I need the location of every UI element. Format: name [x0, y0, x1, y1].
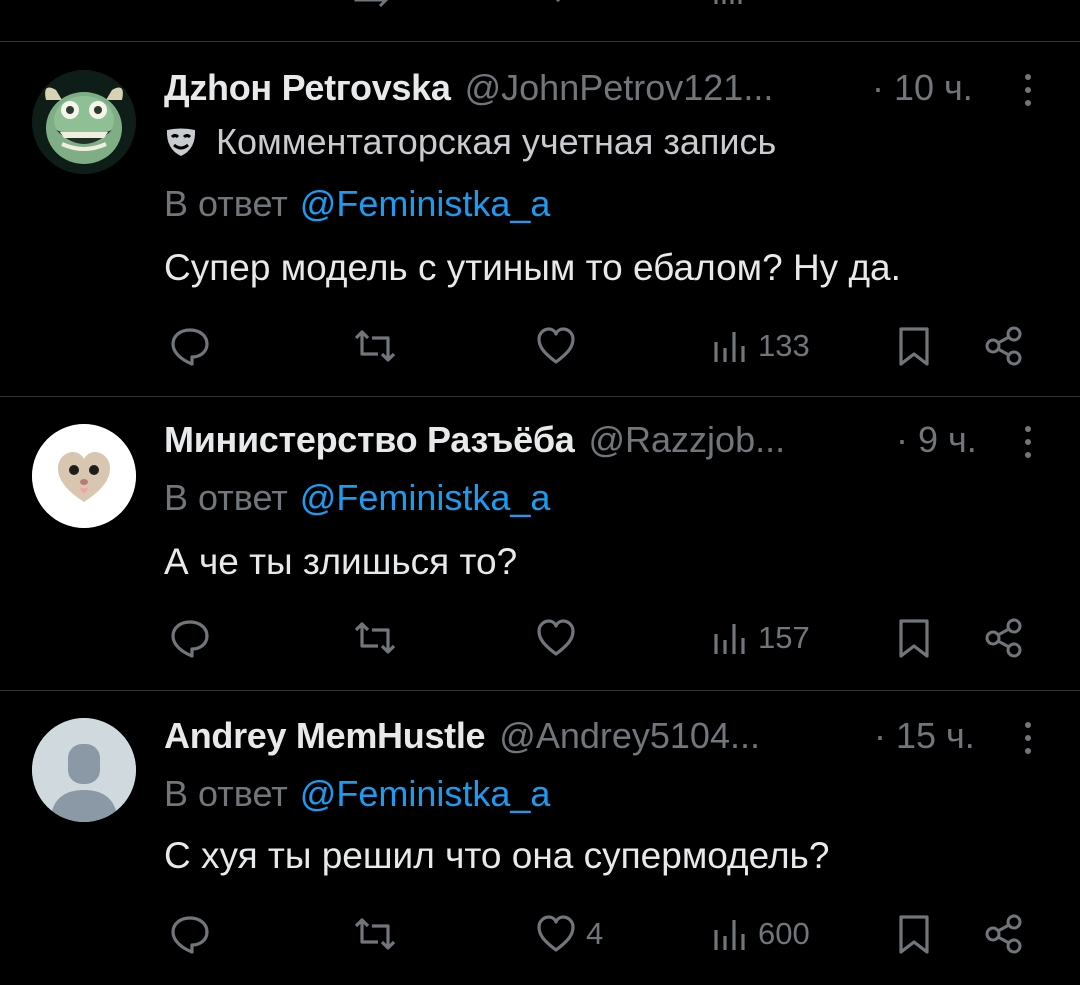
- tweet-text: А че ты злишься то?: [164, 541, 518, 582]
- retweet-button[interactable]: [352, 912, 398, 956]
- more-options-icon[interactable]: [1018, 721, 1038, 755]
- bookmark-button[interactable]: [894, 616, 934, 660]
- divider: [0, 41, 1080, 42]
- bookmark-icon: [894, 616, 934, 660]
- retweet-icon: [352, 912, 398, 956]
- share-icon: [982, 616, 1026, 660]
- bookmark-button[interactable]: [894, 912, 934, 956]
- share-button[interactable]: [982, 912, 1026, 956]
- views-button[interactable]: 157: [710, 616, 810, 660]
- reply-icon: [168, 912, 212, 956]
- account-badge: Комментаторская учетная запись: [164, 120, 776, 164]
- retweet-icon[interactable]: [352, 0, 396, 8]
- heart-icon: [534, 324, 578, 368]
- tweet-actions: 4 600: [0, 912, 1080, 958]
- reply-prefix: В ответ: [164, 183, 288, 224]
- avatar-default[interactable]: [32, 718, 136, 822]
- reply-mention-link[interactable]: @Feministka_a: [300, 477, 551, 519]
- badge-text: Комментаторская учетная запись: [216, 121, 777, 162]
- reply-context: В ответ @Feministka_a: [164, 476, 550, 520]
- views-icon: [710, 912, 750, 956]
- user-handle[interactable]: @JohnPetrov121...: [465, 67, 774, 109]
- avatar-monster[interactable]: [32, 70, 136, 174]
- share-button[interactable]: [982, 616, 1026, 660]
- tweet-header: Andrey MemHustle @Andrey5104...: [164, 714, 760, 758]
- reply-mention-link[interactable]: @Feministka_a: [300, 183, 551, 225]
- divider: [0, 396, 1080, 397]
- divider: [0, 690, 1080, 691]
- views-icon: [710, 324, 750, 368]
- view-count: 157: [758, 620, 810, 655]
- user-handle[interactable]: @Andrey5104...: [499, 715, 760, 757]
- timestamp[interactable]: · 10 ч.: [872, 66, 973, 110]
- share-button[interactable]: [982, 324, 1026, 368]
- retweet-icon: [352, 324, 398, 368]
- bookmark-button[interactable]: [894, 324, 934, 368]
- reply-context: В ответ @Feministka_a: [164, 772, 550, 816]
- display-name[interactable]: Andrey MemHustle: [164, 715, 486, 757]
- avatar-cat-heart[interactable]: [32, 424, 136, 528]
- previous-tweet-actions: [0, 0, 1080, 12]
- retweet-button[interactable]: [352, 616, 398, 660]
- views-button[interactable]: 600: [710, 912, 810, 956]
- mask-icon: [164, 125, 198, 159]
- tweet-header: Министерство Разъёба @Razzjob...: [164, 418, 785, 462]
- like-button[interactable]: [534, 324, 586, 368]
- share-icon: [982, 324, 1026, 368]
- like-icon[interactable]: [538, 0, 578, 8]
- share-icon: [982, 912, 1026, 956]
- reply-context: В ответ @Feministka_a: [164, 182, 550, 226]
- reply-prefix: В ответ: [164, 773, 288, 814]
- views-icon[interactable]: [712, 0, 752, 8]
- heart-icon: [534, 616, 578, 660]
- tweet-text: Супер модель с утиным то ебалом? Ну да.: [164, 247, 901, 288]
- like-button[interactable]: 4: [534, 912, 603, 956]
- reply-icon[interactable]: [180, 0, 216, 8]
- bookmark-icon: [894, 912, 934, 956]
- tweet-text: С хуя ты решил что она супермодель?: [164, 835, 830, 876]
- more-options-icon[interactable]: [1018, 425, 1038, 459]
- bookmark-icon: [894, 324, 934, 368]
- tweet-actions: 157: [0, 616, 1080, 662]
- tweet-actions: 133: [0, 324, 1080, 370]
- views-button[interactable]: 133: [710, 324, 810, 368]
- reply-icon: [168, 616, 212, 660]
- reply-mention-link[interactable]: @Feministka_a: [300, 773, 551, 815]
- user-handle[interactable]: @Razzjob...: [588, 419, 785, 461]
- views-icon: [710, 616, 750, 660]
- retweet-icon: [352, 616, 398, 660]
- retweet-button[interactable]: [352, 324, 398, 368]
- timestamp[interactable]: · 15 ч.: [874, 714, 975, 758]
- heart-icon: [534, 912, 578, 956]
- tweet-header: Дzhон Реtгоvskа @JohnPetrov121...: [164, 66, 773, 110]
- like-count: 4: [586, 916, 604, 951]
- more-options-icon[interactable]: [1018, 73, 1038, 107]
- view-count: 600: [758, 916, 810, 951]
- reply-button[interactable]: [168, 912, 212, 956]
- display-name[interactable]: Министерство Разъёба: [164, 419, 575, 461]
- reply-button[interactable]: [168, 616, 212, 660]
- reply-prefix: В ответ: [164, 477, 288, 518]
- view-count: 133: [758, 328, 810, 363]
- like-button[interactable]: [534, 616, 586, 660]
- bookmark-icon[interactable]: [896, 0, 932, 8]
- timestamp[interactable]: · 9 ч.: [896, 418, 977, 462]
- reply-button[interactable]: [168, 324, 212, 368]
- display-name[interactable]: Дzhон Реtгоvskа: [164, 67, 451, 109]
- reply-icon: [168, 324, 212, 368]
